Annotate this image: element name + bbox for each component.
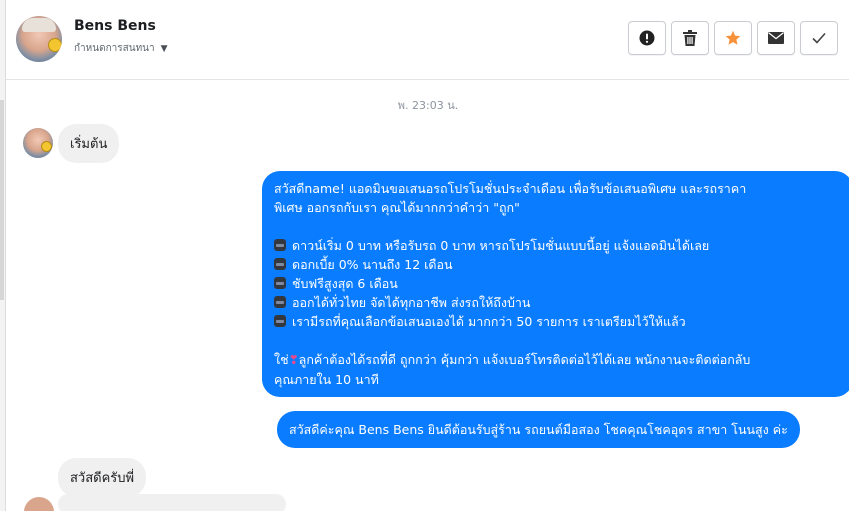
caret-down-icon: ▼	[160, 43, 168, 54]
message-line: คุณภายใน 10 นาที	[274, 372, 379, 387]
message-line: สวัสดีname! แอดมินขอเสนอรถโปรโมชั่นประจำ…	[274, 181, 747, 196]
conversation-header: Bens Bens กำหนดการสนทนา ▼	[6, 0, 849, 80]
bullet-item: ชับฟรีสูงสุด 6 เดือน	[274, 274, 841, 293]
message-text: สวัสดีค่ะคุณ Bens Bens ยินดีต้อนรับสู่ร้…	[289, 422, 788, 437]
emoji-icon	[48, 38, 62, 52]
star-button[interactable]	[714, 21, 752, 55]
bullet-item: ดาวน์เริ่ม 0 บาท หรือรับรถ 0 บาท หารถโปร…	[274, 236, 841, 255]
car-icon	[274, 258, 286, 270]
message-line: พิเศษ ออกรถกับเรา คุณได้มากกว่าคำว่า "ถู…	[274, 200, 520, 215]
car-icon	[274, 296, 286, 308]
status-label: กำหนดการสนทนา	[74, 43, 155, 54]
car-icon	[274, 315, 286, 327]
user-avatar[interactable]	[23, 128, 53, 158]
message-bubble-incoming[interactable]	[58, 494, 286, 511]
trash-icon	[683, 30, 697, 46]
bullet-item: ออกได้ทั่วไทย จัดได้ทุกอาชีพ ส่งรถให้ถึง…	[274, 293, 841, 312]
conversation-panel: Bens Bens กำหนดการสนทนา ▼ พ. 23:03 น. เร…	[5, 0, 849, 511]
conversation-status-dropdown[interactable]: กำหนดการสนทนา ▼	[74, 41, 168, 56]
emoji-icon	[41, 141, 52, 152]
bullet-item: ดอกเบี้ย 0% นานถึง 12 เดือน	[274, 255, 841, 274]
message-bubble-outgoing[interactable]: สวัสดีname! แอดมินขอเสนอรถโปรโมชั่นประจำ…	[262, 171, 849, 397]
check-icon	[812, 32, 826, 44]
delete-button[interactable]	[671, 21, 709, 55]
car-icon	[274, 277, 286, 289]
report-button[interactable]	[628, 21, 666, 55]
message-timestamp: พ. 23:03 น.	[397, 99, 459, 112]
message-bubble-incoming[interactable]: เริ่มต้น	[58, 124, 120, 163]
message-text: เริ่มต้น	[70, 137, 108, 152]
message-text: สวัสดีครับพี่	[70, 471, 135, 486]
car-icon	[274, 239, 286, 251]
header-actions	[628, 21, 838, 55]
contact-name[interactable]: Bens Bens	[74, 18, 156, 34]
message-bubble-incoming[interactable]: สวัสดีครับพี่	[58, 458, 147, 497]
bullet-item: เรามีรถที่คุณเลือกข้อเสนอเองได้ มากกว่า …	[274, 312, 841, 331]
mark-unread-button[interactable]	[757, 21, 795, 55]
user-avatar[interactable]	[24, 497, 54, 511]
message-bubble-outgoing[interactable]: สวัสดีค่ะคุณ Bens Bens ยินดีต้อนรับสู่ร้…	[277, 411, 800, 448]
envelope-icon	[768, 32, 784, 44]
alert-icon	[639, 30, 655, 46]
message-line: ใช่❣ลูกค้าต้องได้รถที่ดี ถูกกว่า คุ้มกว่…	[274, 352, 751, 367]
left-panel-scrollbar[interactable]	[0, 100, 4, 300]
mark-done-button[interactable]	[800, 21, 838, 55]
contact-avatar[interactable]	[16, 16, 62, 62]
heart-icon: ❣	[288, 353, 299, 367]
star-icon	[725, 30, 741, 45]
